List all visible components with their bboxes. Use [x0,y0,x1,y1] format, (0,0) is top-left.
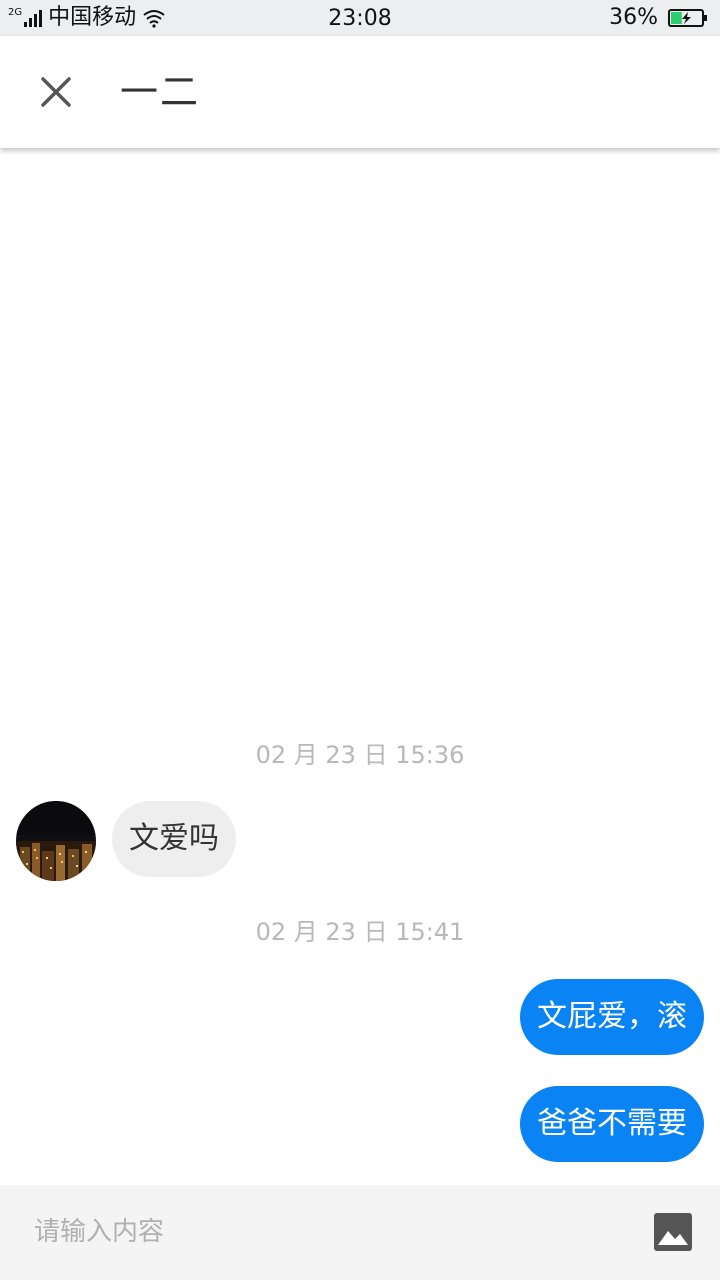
send-image-button[interactable] [654,1213,692,1251]
chat-header: 一二 [0,36,720,148]
chat-screen: 2G 中国移动 23:08 36% 一二 02 月 23 日 15:36 文爱吗… [0,0,720,1280]
contact-avatar[interactable] [16,801,96,881]
input-bar [0,1185,720,1280]
message-input[interactable] [20,1199,648,1265]
close-button[interactable] [28,64,84,120]
battery-charging-icon [668,9,707,27]
image-icon [654,1213,692,1251]
status-bar: 2G 中国移动 23:08 36% [0,0,720,36]
message-timestamp: 02 月 23 日 15:36 [255,741,465,769]
chat-title: 一二 [120,70,201,114]
outgoing-message-bubble[interactable]: 爸爸不需要 [520,1086,704,1162]
battery-percent: 36% [609,5,658,30]
city-night-avatar [16,801,96,881]
outgoing-message-bubble[interactable]: 文屁爱，滚 [520,979,704,1055]
incoming-message-bubble[interactable]: 文爱吗 [112,801,236,877]
message-timestamp: 02 月 23 日 15:41 [255,918,465,946]
status-right: 36% [609,0,708,36]
close-icon [41,77,71,107]
